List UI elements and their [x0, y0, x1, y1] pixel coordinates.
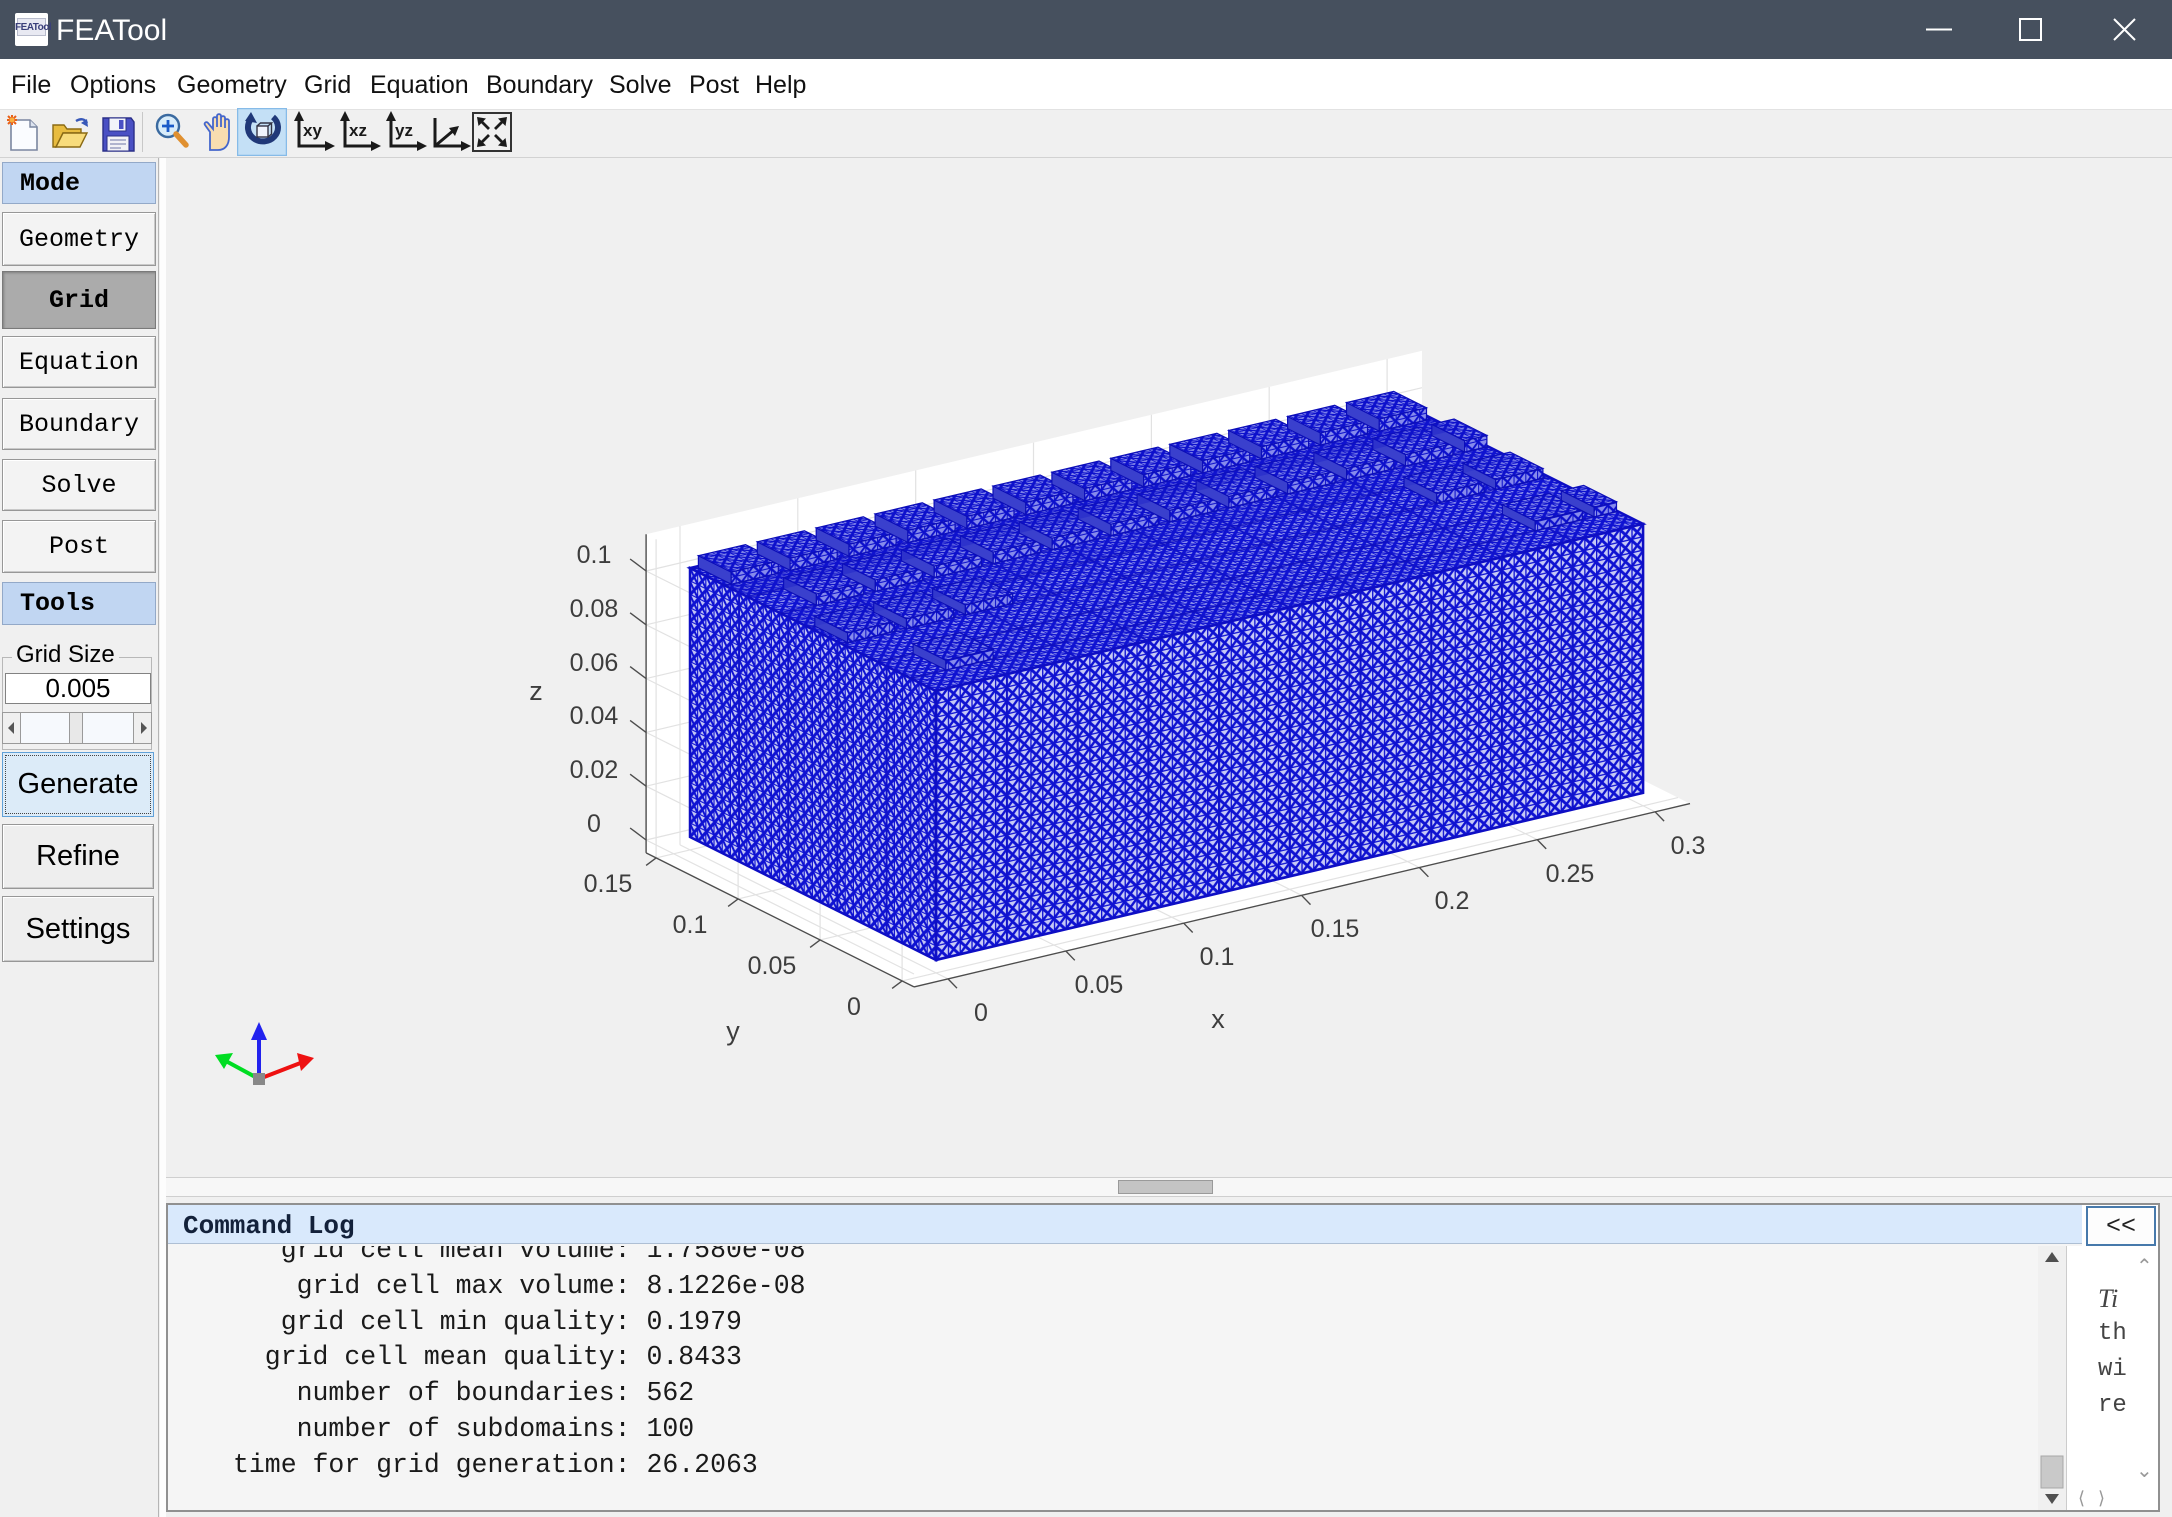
svg-text:0.1: 0.1	[577, 541, 612, 569]
svg-text:0.2: 0.2	[1435, 887, 1470, 915]
svg-text:x: x	[1211, 1004, 1225, 1034]
svg-text:0.25: 0.25	[1546, 860, 1595, 888]
svg-text:0.02: 0.02	[570, 756, 619, 784]
svg-text:0.1: 0.1	[673, 911, 708, 939]
svg-text:y: y	[726, 1016, 740, 1046]
svg-text:0.05: 0.05	[748, 952, 797, 980]
svg-text:0.05: 0.05	[1075, 971, 1124, 999]
svg-text:z: z	[529, 676, 543, 706]
svg-text:0: 0	[847, 993, 861, 1021]
svg-text:xz: xz	[349, 121, 367, 140]
svg-text:0: 0	[974, 999, 988, 1027]
svg-text:0.04: 0.04	[570, 702, 619, 730]
svg-text:0.06: 0.06	[570, 649, 619, 677]
svg-text:0.15: 0.15	[1311, 915, 1360, 943]
svg-text:xy: xy	[303, 121, 322, 140]
svg-text:yz: yz	[395, 121, 413, 140]
svg-text:0: 0	[587, 810, 601, 838]
svg-text:0.15: 0.15	[584, 870, 633, 898]
svg-text:0.1: 0.1	[1200, 943, 1235, 971]
svg-text:0.08: 0.08	[570, 595, 619, 623]
svg-text:0.3: 0.3	[1671, 832, 1706, 860]
